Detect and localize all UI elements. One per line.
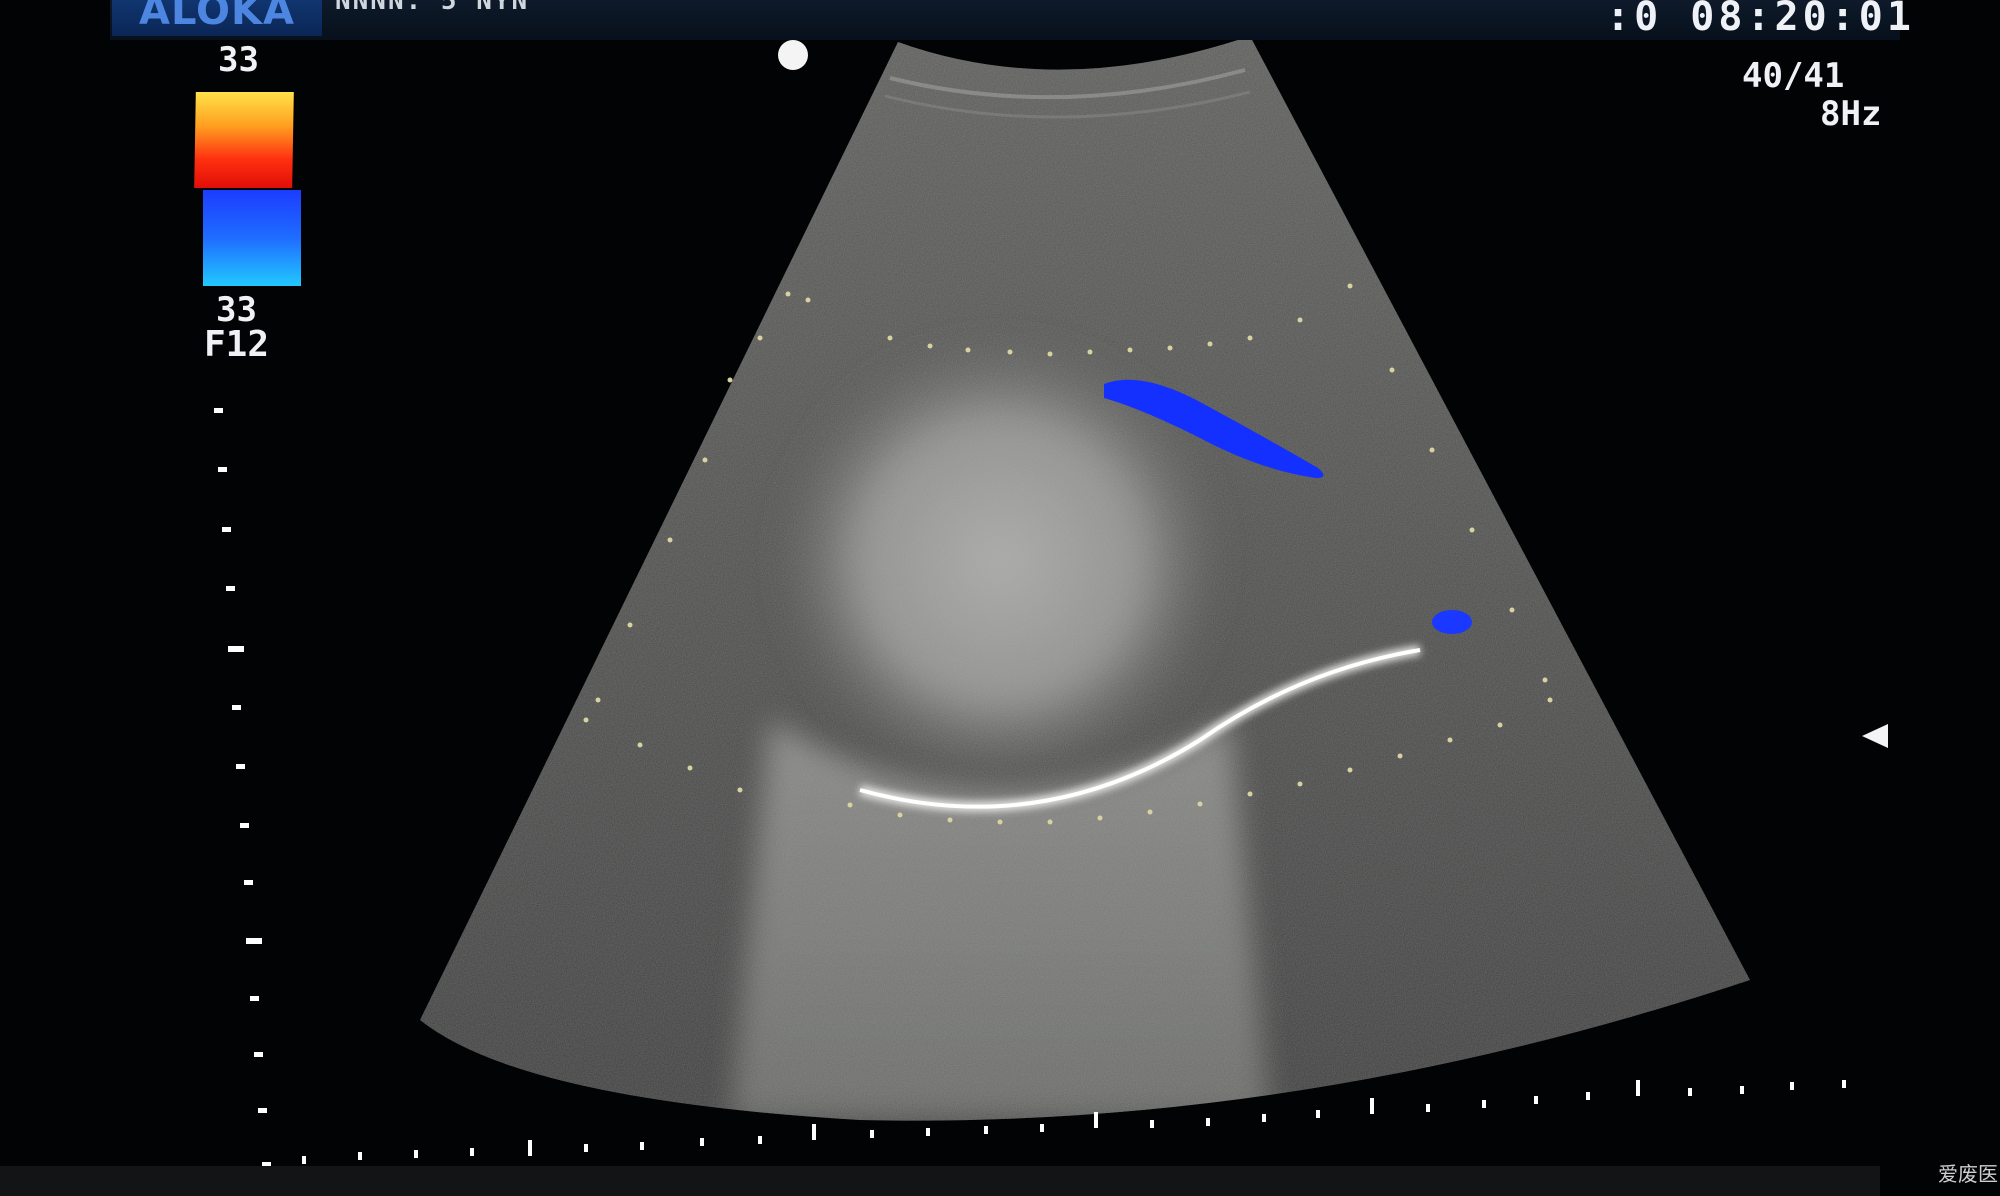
patient-info: NNNN. 5 NYN (335, 0, 530, 16)
color-scale-positive (194, 92, 294, 188)
brand-logo: ALOKA (112, 0, 322, 36)
frame-rate: 8Hz (1820, 94, 1882, 134)
frame-readout: 40/41 (1742, 56, 1845, 96)
color-scale-negative (203, 190, 301, 286)
orientation-dot-icon (778, 40, 808, 70)
frequency-label: F12 (204, 324, 270, 365)
color-scale-bar (194, 92, 301, 288)
depth-scale (214, 408, 271, 1167)
watermark: 爱废医 (1938, 1162, 1998, 1186)
clock: :0 08:20:01 (1606, 0, 1915, 40)
focus-marker-icon[interactable] (1862, 724, 1888, 748)
color-scale-top-value: 33 (218, 40, 259, 80)
bottom-strip (0, 1166, 1880, 1196)
ultrasound-screen: ALOKA NNNN. 5 NYN :0 08:20:01 33 33 F12 … (0, 0, 2000, 1196)
doppler-flow-signal (1432, 610, 1472, 634)
